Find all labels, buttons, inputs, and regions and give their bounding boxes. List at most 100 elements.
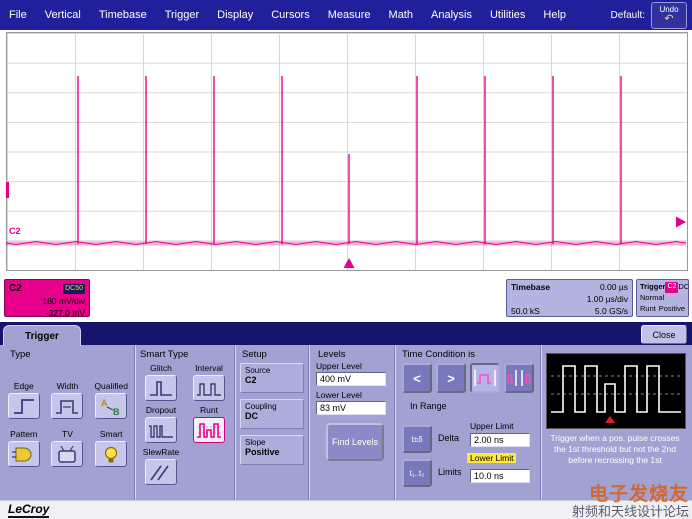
width-icon [51,393,83,419]
trigger-help-text: Trigger when a pos. pulse crosses the 1s… [544,433,686,466]
coupling-field[interactable]: Coupling DC [240,399,304,429]
delta-label: Delta [438,433,459,443]
close-button[interactable]: Close [641,325,687,344]
section-divider [234,345,236,500]
menu-item-help[interactable]: Help [534,9,575,21]
greater-than-button[interactable]: > [436,363,466,393]
smart-type-section-label: Smart Type [140,349,188,360]
runt-icon [193,417,225,443]
c2-coupling-badge: DC50 [63,284,85,294]
trigger-mode: Normal [640,293,685,304]
source-field[interactable]: Source C2 [240,363,304,393]
waveform-trace [6,32,686,269]
trigger-type-edge[interactable]: Edge [2,381,46,419]
section-divider [540,345,542,500]
trigger-type: Runt [640,304,656,315]
menu-item-display[interactable]: Display [208,9,262,21]
section-divider [394,345,396,500]
delta-icon: t±δ [411,435,422,444]
in-range-button[interactable] [470,363,500,393]
menu-item-analysis[interactable]: Analysis [422,9,481,21]
trigger-descriptor[interactable]: Trigger C2 DC Normal Runt Positive [636,279,689,317]
diagram-trigger-marker [605,416,615,423]
trigger-type-width[interactable]: Width [46,381,90,419]
dialog-body: Type Edge Width Qualified [0,345,692,500]
waveform-display: C2 [0,30,692,275]
pattern-label: Pattern [10,429,37,439]
menu-item-file[interactable]: File [0,9,36,21]
smart-type-runt[interactable]: Runt [185,405,233,443]
upper-level-label: Upper Level [316,361,362,371]
find-levels-button[interactable]: Find Levels [326,423,384,461]
smart-type-dropout[interactable]: Dropout [137,405,185,443]
pulse-spikes [78,76,686,244]
runt-label: Runt [200,405,218,415]
pattern-icon [8,441,40,467]
trigger-level-marker[interactable] [676,217,686,228]
slewrate-label: SlewRate [143,447,179,457]
section-divider [308,345,310,500]
menu-bar: File Vertical Timebase Trigger Display C… [0,0,692,30]
time-condition-value: In Range [410,401,447,411]
edge-icon [8,393,40,419]
menu-item-utilities[interactable]: Utilities [481,9,534,21]
menu-item-math[interactable]: Math [380,9,422,21]
coupling-label: Coupling [245,402,299,411]
upper-level-field[interactable]: 400 mV [316,372,386,386]
delta-button[interactable]: t±δ [402,425,432,453]
lecroy-logo: LeCroy [8,503,49,518]
tv-icon [51,441,83,467]
interval-label: Interval [195,363,223,373]
channel-offset-indicator[interactable] [6,182,9,198]
limits-button[interactable]: t₁..t₂ [402,459,432,487]
qualified-icon: AB [95,393,127,419]
timebase-scale: 1.00 µs/div [511,294,628,306]
smart-type-glitch[interactable]: Glitch [137,363,185,401]
trigger-type-tv[interactable]: TV [46,429,90,467]
c2-scale: 180 mV/div [9,296,85,308]
svg-text:B: B [113,407,120,416]
menu-item-trigger[interactable]: Trigger [156,9,208,21]
limits-label: Limits [438,467,462,477]
runt-diagram-waveform [547,354,685,428]
trigger-title: Trigger [640,282,665,293]
trigger-type-pattern[interactable]: Pattern [2,429,46,467]
menu-item-timebase[interactable]: Timebase [90,9,156,21]
edge-label: Edge [14,381,34,391]
tab-trigger[interactable]: Trigger [3,325,81,346]
undo-button[interactable]: Undo ↶ [651,2,687,29]
lower-limit-label: Lower Limit [467,453,516,463]
trigger-position-marker[interactable] [344,258,355,268]
slope-value: Positive [245,447,299,457]
less-than-button[interactable]: < [402,363,432,393]
menu-item-vertical[interactable]: Vertical [36,9,90,21]
upper-limit-field[interactable]: 2.00 ns [470,433,530,447]
trigger-type-group: Edge Width Qualified AB [2,381,133,467]
lower-level-field[interactable]: 83 mV [316,401,386,415]
runt-trigger-diagram [546,353,686,429]
slope-field[interactable]: Slope Positive [240,435,304,465]
oscilloscope-screen: File Vertical Timebase Trigger Display C… [0,0,692,519]
setup-section-label: Setup [242,349,267,360]
timebase-descriptor[interactable]: Timebase 0.00 µs 1.00 µs/div 50.0 kS 5.0… [506,279,633,317]
dropout-label: Dropout [146,405,176,415]
trigger-type-qualified[interactable]: Qualified AB [89,381,133,419]
smart-type-interval[interactable]: Interval [185,363,233,401]
time-condition-section-label: Time Condition is [402,349,475,360]
lower-limit-field[interactable]: 10.0 ns [470,469,530,483]
undo-arrow-icon: ↶ [664,14,673,25]
trigger-type-smart[interactable]: Smart [89,429,133,467]
smart-type-group: Glitch Interval Dropout [137,363,233,485]
in-range-icon [472,367,498,389]
out-of-range-icon [506,367,532,389]
menu-item-measure[interactable]: Measure [319,9,380,21]
channel-c2-descriptor[interactable]: C2 DC50 180 mV/div -327.0 mV [4,279,90,317]
glitch-label: Glitch [150,363,172,373]
smart-type-slewrate[interactable]: SlewRate [137,447,185,485]
dropout-icon [145,417,177,443]
trigger-dialog: Trigger Close Type Edge Width [0,322,692,519]
out-of-range-button[interactable] [504,363,534,393]
menu-item-cursors[interactable]: Cursors [262,9,319,21]
limits-icon: t₁..t₂ [410,469,425,478]
timebase-title: Timebase [511,282,550,294]
